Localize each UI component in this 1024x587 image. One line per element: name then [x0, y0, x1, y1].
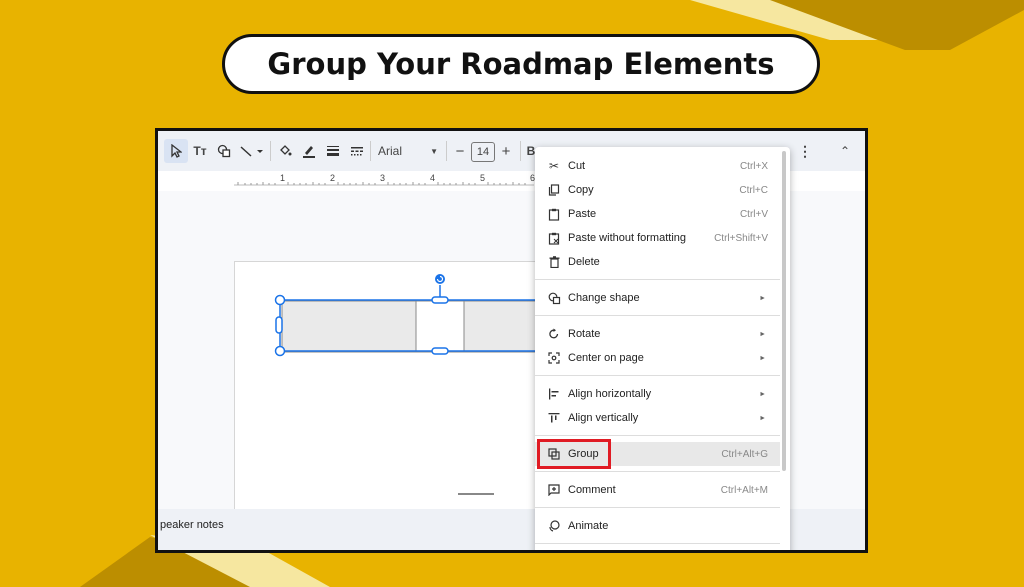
menu-separator	[535, 279, 780, 280]
collapse-toolbar-icon[interactable]: ⌃	[838, 139, 852, 163]
menu-item-center-on-page[interactable]: Center on page ►	[535, 346, 780, 370]
menu-scrollbar[interactable]	[782, 151, 786, 471]
toolbar-divider	[370, 141, 371, 161]
context-menu: ✂ Cut Ctrl+X Copy Ctrl+C Paste Ctrl+V Pa…	[535, 147, 790, 550]
submenu-arrow-icon: ►	[759, 354, 766, 362]
toolbar-divider	[446, 141, 447, 161]
menu-separator	[535, 435, 780, 436]
menu-item-shortcut: Ctrl+C	[739, 184, 768, 196]
ruler-tick-label: 1	[280, 173, 286, 183]
center-focus-icon	[547, 351, 561, 365]
menu-item-label: Align horizontally	[568, 388, 652, 400]
menu-item-comment[interactable]: Comment Ctrl+Alt+M	[535, 478, 780, 502]
menu-item-align-horizontally[interactable]: Align horizontally ►	[535, 382, 780, 406]
border-color-icon[interactable]	[298, 139, 320, 163]
rotate-icon	[547, 327, 561, 341]
line-tool-icon[interactable]	[236, 139, 268, 163]
menu-item-shortcut: Ctrl+X	[739, 160, 768, 172]
ruler-tick-label: 4	[430, 173, 436, 183]
clipboard-icon	[547, 207, 561, 221]
menu-item-label: Cut	[568, 160, 586, 172]
menu-separator	[535, 507, 780, 508]
font-select[interactable]: Arial ▼	[378, 139, 440, 163]
menu-item-label: Rotate	[568, 328, 601, 340]
submenu-arrow-icon: ►	[759, 294, 766, 302]
menu-item-label: Animate	[568, 520, 609, 532]
ruler-tick-label: 5	[480, 173, 486, 183]
menu-item-cut[interactable]: ✂ Cut Ctrl+X	[535, 154, 780, 178]
menu-item-label: Change shape	[568, 292, 640, 304]
highlight-box	[537, 439, 611, 469]
ruler-tick-label: 3	[380, 173, 386, 183]
menu-item-paste[interactable]: Paste Ctrl+V	[535, 202, 780, 226]
menu-item-label: Center on page	[568, 352, 644, 364]
submenu-arrow-icon: ►	[759, 330, 766, 338]
align-vertical-icon	[547, 411, 561, 425]
menu-item-label: Comment	[568, 484, 616, 496]
scissors-icon: ✂	[548, 159, 560, 173]
menu-item-rotate[interactable]: Rotate ►	[535, 322, 780, 346]
shape-icon[interactable]	[212, 139, 236, 163]
menu-item-shortcut: Ctrl+Alt+G	[721, 448, 768, 460]
font-name: Arial	[378, 144, 403, 158]
shape-icon	[547, 291, 561, 305]
submenu-arrow-icon: ►	[759, 414, 766, 422]
text-box-icon[interactable]: Tт	[188, 139, 212, 163]
menu-item-label: Paste without formatting	[568, 232, 687, 244]
fill-color-icon[interactable]	[274, 139, 296, 163]
more-options-icon[interactable]: ⋮	[798, 139, 812, 163]
menu-item-shortcut: Ctrl+Shift+V	[714, 232, 768, 244]
menu-item-change-shape[interactable]: Change shape ►	[535, 286, 780, 310]
menu-item-align-vertically[interactable]: Align vertically ►	[535, 406, 780, 430]
border-weight-icon[interactable]	[322, 139, 344, 163]
clipboard-plain-icon	[547, 231, 561, 245]
menu-item-delete[interactable]: Delete	[535, 250, 780, 274]
border-dash-icon[interactable]	[346, 139, 368, 163]
menu-separator	[535, 471, 780, 472]
menu-item-shortcut: Ctrl+Alt+M	[720, 484, 768, 496]
menu-separator	[535, 543, 780, 544]
chevron-down-icon: ▼	[430, 146, 438, 156]
decrease-font-size-button[interactable]: −	[452, 139, 468, 163]
font-size-input[interactable]: 14	[471, 142, 495, 162]
select-cursor-icon[interactable]	[164, 139, 188, 163]
slides-editor-screenshot: Tт Arial ▼ − 14 + B ⋮ ⌃ 1 2 3 4 5 6 peak…	[155, 128, 868, 553]
speaker-notes-label: peaker notes	[160, 519, 224, 531]
menu-item-label: Paste	[568, 208, 597, 220]
add-comment-icon	[547, 483, 561, 497]
submenu-arrow-icon: ►	[759, 390, 766, 398]
toolbar-divider	[270, 141, 271, 161]
page-title: Group Your Roadmap Elements	[222, 34, 820, 94]
menu-item-shortcut: Ctrl+V	[739, 208, 768, 220]
trash-icon	[547, 255, 561, 269]
menu-item-copy[interactable]: Copy Ctrl+C	[535, 178, 780, 202]
animate-icon	[547, 519, 561, 533]
menu-separator	[535, 375, 780, 376]
align-horizontal-icon	[547, 387, 561, 401]
menu-item-label: Align vertically	[568, 412, 639, 424]
menu-item-paste-without-formatting[interactable]: Paste without formatting Ctrl+Shift+V	[535, 226, 780, 250]
ruler-tick-label: 2	[330, 173, 336, 183]
increase-font-size-button[interactable]: +	[498, 139, 514, 163]
menu-separator	[535, 315, 780, 316]
menu-item-label: Delete	[568, 256, 600, 268]
copy-icon	[547, 183, 561, 197]
menu-item-label: Copy	[568, 184, 594, 196]
menu-item-animate[interactable]: Animate	[535, 514, 780, 538]
toolbar-divider	[520, 141, 521, 161]
